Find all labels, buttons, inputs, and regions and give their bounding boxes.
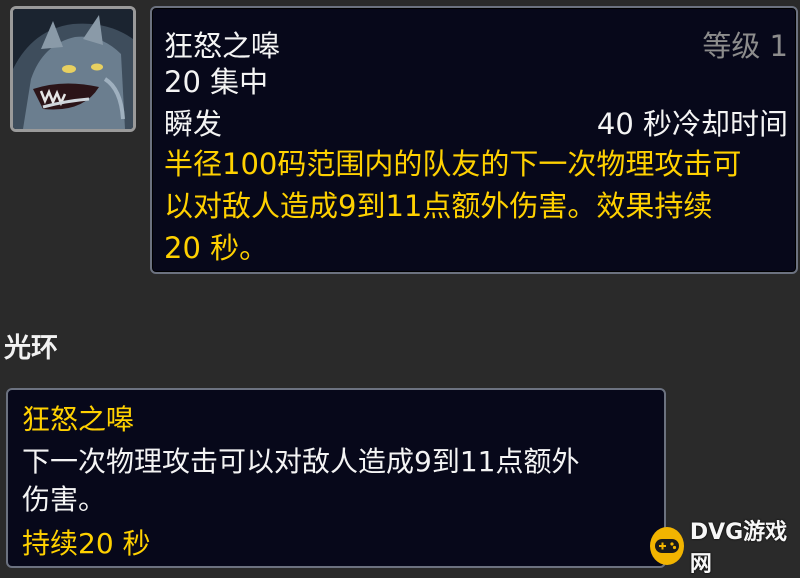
- aura-duration: 持续20 秒: [22, 527, 151, 560]
- spell-tooltip: 狂怒之嗥 等级 1 20 集中 瞬发 40 秒冷却时间 半径100码范围内的队友…: [150, 6, 798, 274]
- spell-cost: 20 集中: [164, 65, 269, 99]
- wolf-howl-icon: [13, 9, 133, 129]
- spell-icon-frame[interactable]: [10, 6, 136, 132]
- spell-description-line: 半径100码范围内的队友的下一次物理攻击可: [164, 147, 742, 181]
- spell-cooldown: 40 秒冷却时间: [596, 107, 788, 141]
- spell-description-line: 20 秒。: [164, 231, 269, 265]
- spell-rank: 等级 1: [702, 29, 788, 63]
- aura-heading: 光环: [4, 333, 58, 364]
- spell-description-line: 以对敌人造成9到11点额外伤害。效果持续: [164, 189, 713, 223]
- aura-name: 狂怒之嗥: [22, 403, 135, 436]
- gamepad-icon: [650, 527, 684, 565]
- spell-name: 狂怒之嗥: [164, 29, 281, 63]
- watermark-text: DVG游戏网: [689, 520, 788, 577]
- spell-cast-time: 瞬发: [164, 107, 223, 141]
- aura-description-line: 下一次物理攻击可以对敌人造成9到11点额外: [22, 445, 580, 478]
- watermark: DVG游戏网: [650, 520, 796, 577]
- aura-description-line: 伤害。: [22, 483, 107, 516]
- aura-tooltip: 狂怒之嗥 下一次物理攻击可以对敌人造成9到11点额外 伤害。 持续20 秒: [6, 388, 666, 568]
